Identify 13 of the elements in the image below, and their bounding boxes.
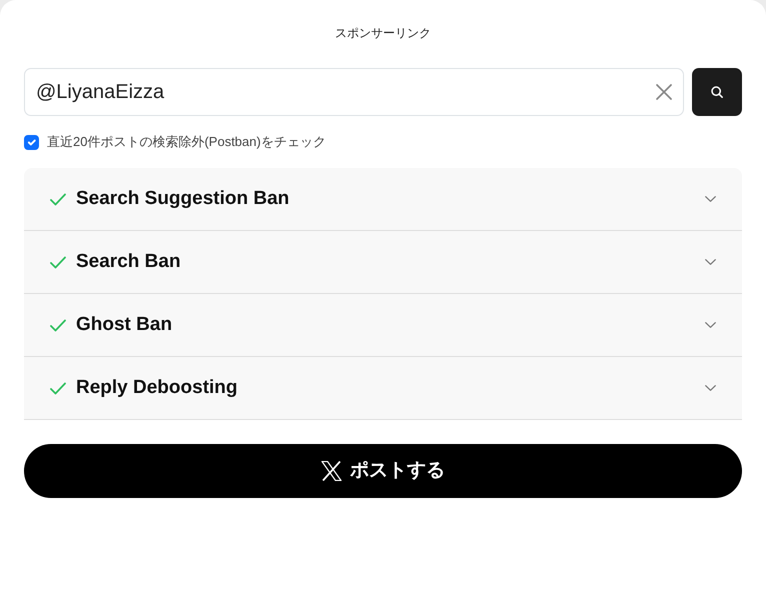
check-result-header[interactable]: Search Suggestion Ban <box>24 168 742 231</box>
username-search-field[interactable]: @LiyanaEizza <box>24 68 684 116</box>
postban-checkbox[interactable] <box>24 134 39 150</box>
post-button[interactable]: ポストする <box>24 444 742 498</box>
search-button[interactable] <box>692 68 742 116</box>
check-result-header[interactable]: Ghost Ban <box>24 294 742 357</box>
x-logo-icon <box>321 461 342 481</box>
sponsored-link-label: スポンサーリンク <box>335 26 431 40</box>
check-result-header[interactable]: Search Ban <box>24 231 742 294</box>
check-result-header[interactable]: Reply Deboosting <box>24 357 742 420</box>
postban-option-label: 直近20件ポストの検索除外(Postban)をチェック <box>47 134 326 150</box>
search-icon <box>711 86 723 98</box>
close-icon <box>655 83 673 101</box>
